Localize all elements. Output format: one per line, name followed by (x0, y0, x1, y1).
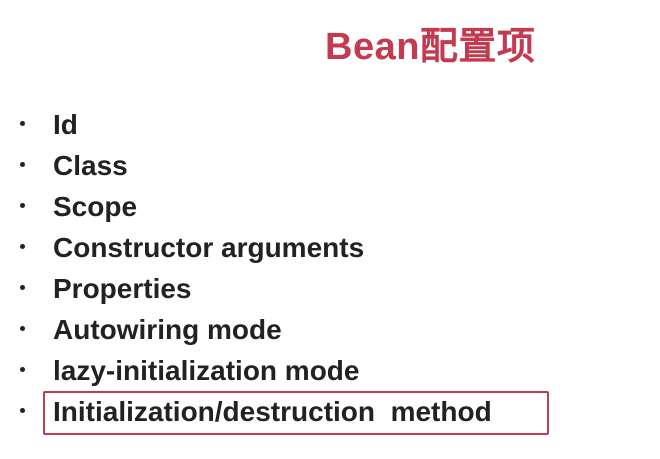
bullet-text: Class (53, 150, 128, 181)
bullet-item-id: Id (0, 104, 492, 145)
bullet-dot-icon (20, 367, 25, 372)
highlight-box (43, 391, 549, 435)
bullet-list: Id Class Scope Constructor arguments Pro… (0, 104, 492, 432)
slide-title: Bean配置项 (325, 26, 536, 68)
bullet-dot-icon (20, 162, 25, 167)
bullet-dot-icon (20, 203, 25, 208)
bullet-dot-icon (20, 244, 25, 249)
bullet-dot-icon (20, 408, 25, 413)
bullet-text: Id (53, 109, 78, 140)
bullet-item-properties: Properties (0, 268, 492, 309)
bullet-dot-icon (20, 285, 25, 290)
bullet-dot-icon (20, 121, 25, 126)
bullet-dot-icon (20, 326, 25, 331)
bullet-item-lazy-initialization-mode: lazy-initialization mode (0, 350, 492, 391)
bullet-item-class: Class (0, 145, 492, 186)
bullet-text: Properties (53, 273, 192, 304)
bullet-text: lazy-initialization mode (53, 355, 360, 386)
bullet-text: Scope (53, 191, 138, 222)
bullet-item-scope: Scope (0, 186, 492, 227)
bullet-item-autowiring-mode: Autowiring mode (0, 309, 492, 350)
bullet-text: Constructor arguments (53, 232, 365, 263)
bullet-item-constructor-arguments: Constructor arguments (0, 227, 492, 268)
bullet-text: Autowiring mode (53, 314, 282, 345)
